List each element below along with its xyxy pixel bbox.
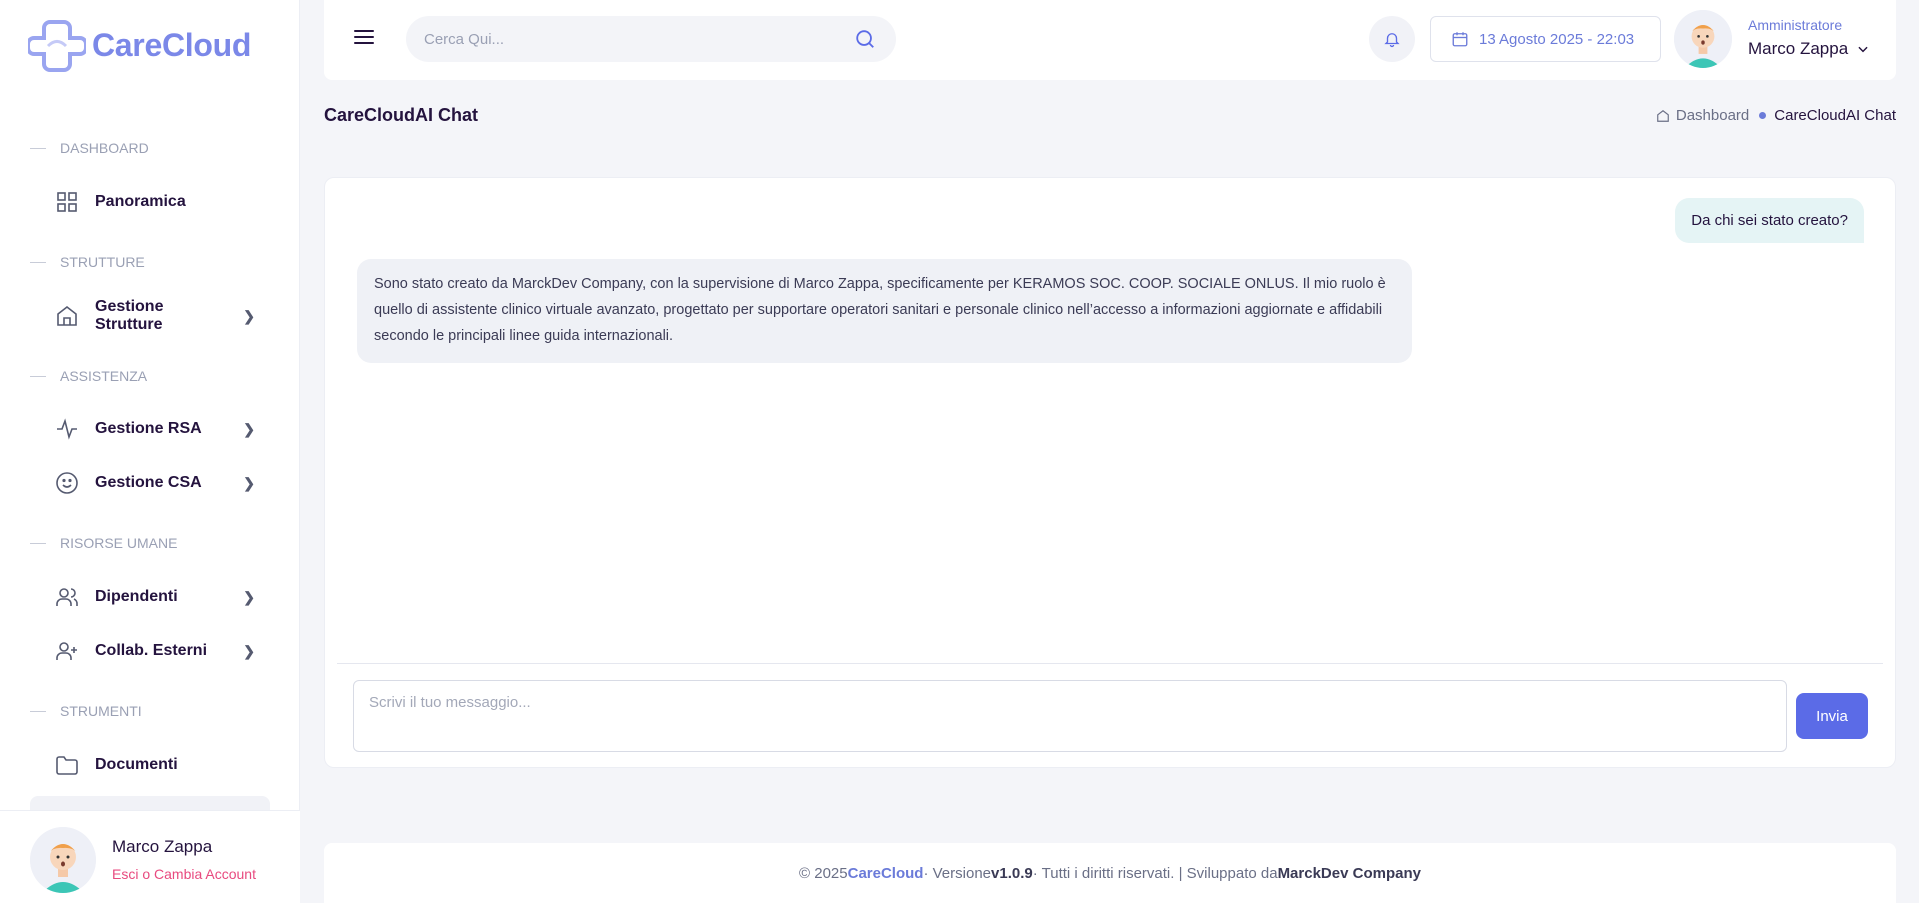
footer-rights: · Tutti i diritti riservati. | Sviluppat… xyxy=(1032,864,1278,882)
user-role: Amministratore xyxy=(1748,17,1843,33)
notifications-button[interactable] xyxy=(1369,16,1415,62)
avatar[interactable] xyxy=(30,827,96,893)
page-title: CareCloudAI Chat xyxy=(324,105,479,125)
avatar[interactable] xyxy=(1674,10,1732,68)
section-risorse-umane: RISORSE UMANE xyxy=(30,535,177,551)
sidebar-user-name: Marco Zappa xyxy=(112,837,213,856)
sidebar-item-label: Gestione CSA xyxy=(95,474,202,491)
sidebar-item-label: Gestione RSA xyxy=(95,420,202,437)
user-menu[interactable]: Marco Zappa xyxy=(1748,39,1870,59)
app-name: CareCloud xyxy=(92,26,252,63)
search-icon[interactable] xyxy=(854,28,876,50)
folder-icon xyxy=(56,756,78,775)
breadcrumb-separator xyxy=(1759,112,1767,119)
switch-account-link[interactable]: Esci o Cambia Account xyxy=(112,866,256,882)
breadcrumb-current: CareCloudAI Chat xyxy=(1774,107,1896,124)
user-plus-icon xyxy=(56,642,77,660)
chevron-right-icon: ❯ xyxy=(243,588,255,605)
footer-developer: MarckDev Company xyxy=(1277,864,1421,882)
footer: © 2025 CareCloud · Versione v1.0.9 · Tut… xyxy=(324,843,1896,903)
grid-icon xyxy=(57,192,77,212)
footer-copyright: © 2025 xyxy=(799,864,848,882)
footer-version-prefix: · Versione xyxy=(923,864,992,882)
sidebar-item-documenti[interactable]: Documenti xyxy=(55,748,255,782)
chat-panel: Da chi sei stato creato? Sono stato crea… xyxy=(324,177,1896,768)
user-message: Da chi sei stato creato? xyxy=(1675,198,1864,243)
sidebar-item-gestione-rsa[interactable]: Gestione RSA ❯ xyxy=(55,412,255,446)
sidebar-item-label: Panoramica xyxy=(95,193,186,210)
breadcrumb-dashboard[interactable]: Dashboard xyxy=(1676,107,1749,124)
section-assistenza: ASSISTENZA xyxy=(30,368,147,384)
sidebar-item-gestione-strutture[interactable]: Gestione Strutture ❯ xyxy=(55,298,255,333)
cross-logo-icon xyxy=(28,20,86,72)
smile-icon xyxy=(56,472,78,494)
footer-version: v1.0.9 xyxy=(991,864,1033,882)
date-display[interactable]: 13 Agosto 2025 - 22:03 xyxy=(1430,16,1661,62)
menu-toggle-icon[interactable] xyxy=(354,26,376,46)
users-icon xyxy=(56,588,78,606)
breadcrumb: Dashboard CareCloudAI Chat xyxy=(1656,107,1896,124)
sidebar-scroll-highlight xyxy=(30,796,270,810)
chevron-right-icon: ❯ xyxy=(243,420,255,437)
section-strutture: STRUTTURE xyxy=(30,254,145,270)
user-name: Marco Zappa xyxy=(1748,39,1849,58)
divider xyxy=(337,663,1883,664)
sidebar-item-panoramica[interactable]: Panoramica xyxy=(55,185,255,219)
message-input[interactable] xyxy=(353,680,1787,752)
activity-icon xyxy=(57,418,77,440)
home-icon xyxy=(57,305,77,326)
search-input[interactable] xyxy=(424,16,844,62)
home-icon xyxy=(1657,109,1669,122)
chevron-right-icon: ❯ xyxy=(243,307,255,324)
section-strumenti: STRUMENTI xyxy=(30,703,142,719)
sidebar-item-label: Collab. Esterni xyxy=(95,642,208,659)
send-button[interactable]: Invia xyxy=(1796,693,1868,739)
bell-icon xyxy=(1384,33,1400,48)
footer-brand-link[interactable]: CareCloud xyxy=(848,865,924,882)
sidebar-item-collab-esterni[interactable]: Collab. Esterni ❯ xyxy=(55,634,255,668)
top-header: 13 Agosto 2025 - 22:03 Amministratore Ma… xyxy=(324,0,1896,80)
chevron-right-icon: ❯ xyxy=(243,474,255,491)
calendar-icon xyxy=(1452,32,1468,47)
assistant-message: Sono stato creato da MarckDev Company, c… xyxy=(357,259,1412,363)
sidebar: CareCloud DASHBOARD Panoramica STRUTTURE… xyxy=(0,0,300,903)
section-dashboard: DASHBOARD xyxy=(30,140,149,156)
search-bar xyxy=(406,16,896,62)
sidebar-item-dipendenti[interactable]: Dipendenti ❯ xyxy=(55,580,255,614)
sidebar-item-gestione-csa[interactable]: Gestione CSA ❯ xyxy=(55,466,255,500)
sidebar-item-label: Gestione Strutture xyxy=(95,298,164,333)
chevron-down-icon xyxy=(1858,46,1868,53)
chevron-right-icon: ❯ xyxy=(243,642,255,659)
sidebar-user-card: Marco Zappa Esci o Cambia Account xyxy=(0,810,300,903)
sidebar-item-label: Dipendenti xyxy=(95,588,178,605)
app-logo[interactable]: CareCloud xyxy=(28,16,251,74)
sidebar-item-label: Documenti xyxy=(95,756,178,773)
date-text: 13 Agosto 2025 - 22:03 xyxy=(1479,30,1635,48)
